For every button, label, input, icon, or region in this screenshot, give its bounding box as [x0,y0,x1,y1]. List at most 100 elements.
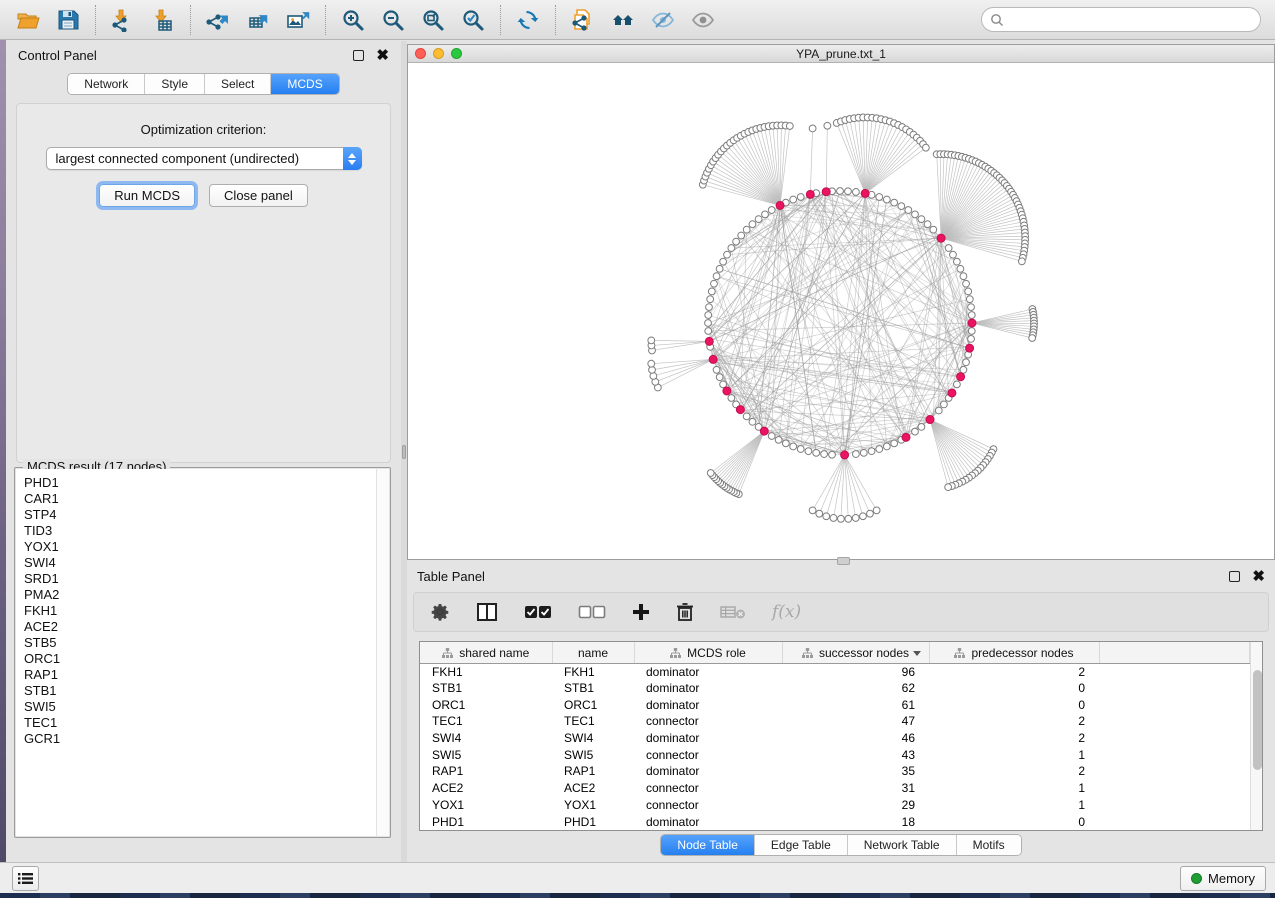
network-node[interactable] [960,366,967,373]
mcds-node[interactable] [776,201,784,209]
network-node[interactable] [768,433,775,440]
cell[interactable]: TEC1 [552,713,634,730]
network-node[interactable] [720,258,727,265]
column-header-predecessor-nodes[interactable]: predecessor nodes [929,642,1099,663]
network-node[interactable] [898,203,905,210]
mcds-node[interactable] [709,355,717,363]
leaf-node[interactable] [860,513,867,520]
cell[interactable]: RAP1 [420,763,552,780]
table-settings-icon[interactable] [430,598,450,626]
network-node[interactable] [941,401,948,408]
table-scrollbar[interactable] [1250,642,1263,830]
network-node[interactable] [713,366,720,373]
leaf-node[interactable] [809,507,816,514]
mcds-result-item[interactable]: TEC1 [24,715,376,731]
cell[interactable]: 2 [929,663,1099,680]
leaf-node[interactable] [823,513,830,520]
network-node[interactable] [868,448,875,455]
leaf-node[interactable] [1029,335,1036,342]
network-node[interactable] [905,207,912,214]
column-header-successor-nodes[interactable]: successor nodes [782,642,929,663]
table-row[interactable]: YOX1YOX1connector291 [420,797,1249,814]
leaf-node[interactable] [873,507,880,514]
cell[interactable]: dominator [634,680,782,697]
export-image-button[interactable] [278,3,318,37]
cell[interactable]: 47 [782,713,929,730]
network-node[interactable] [876,446,883,453]
network-node[interactable] [762,211,769,218]
network-node[interactable] [837,188,844,195]
show-all-button[interactable] [683,3,723,37]
network-node[interactable] [845,188,852,195]
mcds-node[interactable] [948,389,956,397]
network-node[interactable] [883,196,890,203]
cell[interactable]: dominator [634,730,782,747]
table-row[interactable]: ORC1ORC1dominator610 [420,696,1249,713]
cell[interactable]: STB1 [552,680,634,697]
network-node[interactable] [711,280,718,287]
delete-column-icon[interactable] [676,598,694,626]
cell[interactable]: SWI5 [420,746,552,763]
node-table[interactable]: shared namenameMCDS rolesuccessor nodesp… [419,641,1263,831]
mcds-node[interactable] [822,188,830,196]
mcds-result-item[interactable]: SWI5 [24,699,376,715]
network-node[interactable] [775,436,782,443]
leaf-node[interactable] [816,510,823,517]
select-all-icon[interactable] [524,598,552,626]
network-node[interactable] [918,424,925,431]
leaf-node[interactable] [707,470,714,477]
deselect-all-icon[interactable] [578,598,606,626]
network-node[interactable] [930,226,937,233]
table-row[interactable]: FKH1FKH1dominator962 [420,663,1249,680]
network-node[interactable] [706,304,713,311]
column-header-name[interactable]: name [552,642,634,663]
cell[interactable]: PHD1 [420,813,552,830]
hide-selected-button[interactable] [643,3,683,37]
cell[interactable]: 1 [929,746,1099,763]
network-node[interactable] [768,207,775,214]
cell[interactable] [1099,797,1249,814]
table-row[interactable]: SWI5SWI5connector431 [420,746,1249,763]
criterion-dropdown[interactable]: largest connected component (undirected) [46,147,362,170]
cell[interactable]: 2 [929,713,1099,730]
cell[interactable]: YOX1 [420,797,552,814]
cell[interactable] [1099,780,1249,797]
mcds-result-item[interactable]: FKH1 [24,603,376,619]
mcds-result-item[interactable]: PHD1 [24,475,376,491]
mcds-result-item[interactable]: PMA2 [24,587,376,603]
network-node[interactable] [829,451,836,458]
network-node[interactable] [912,211,919,218]
cell[interactable]: SWI5 [552,746,634,763]
duplicate-network-button[interactable] [563,3,603,37]
cell[interactable] [1099,763,1249,780]
mcds-node[interactable] [806,190,814,198]
float-panel-icon[interactable] [353,50,364,61]
mcds-result-item[interactable]: SWI4 [24,555,376,571]
tab-select[interactable]: Select [204,74,270,94]
network-node[interactable] [790,196,797,203]
network-node[interactable] [883,443,890,450]
task-history-button[interactable] [12,866,39,891]
network-node[interactable] [749,418,756,425]
cell[interactable]: PHD1 [552,813,634,830]
splitter-grip[interactable] [402,445,406,459]
column-header-MCDS-role[interactable]: MCDS role [634,642,782,663]
table-tab-node-table[interactable]: Node Table [661,835,754,855]
cell[interactable]: connector [634,780,782,797]
save-button[interactable] [48,3,88,37]
table-row[interactable]: STB1STB1dominator620 [420,680,1249,697]
mcds-node[interactable] [861,189,869,197]
network-node[interactable] [891,199,898,206]
table-close-icon[interactable]: ✖ [1252,571,1265,582]
cell[interactable]: dominator [634,813,782,830]
cell[interactable]: YOX1 [552,797,634,814]
mcds-node[interactable] [937,234,945,242]
network-node[interactable] [935,407,942,414]
table-tab-motifs[interactable]: Motifs [956,835,1021,855]
table-tab-network-table[interactable]: Network Table [847,835,956,855]
cell[interactable] [1099,663,1249,680]
network-node[interactable] [713,273,720,280]
column-header-blank[interactable] [1099,642,1249,663]
open-folder-button[interactable] [8,3,48,37]
mcds-result-item[interactable]: GCR1 [24,731,376,747]
